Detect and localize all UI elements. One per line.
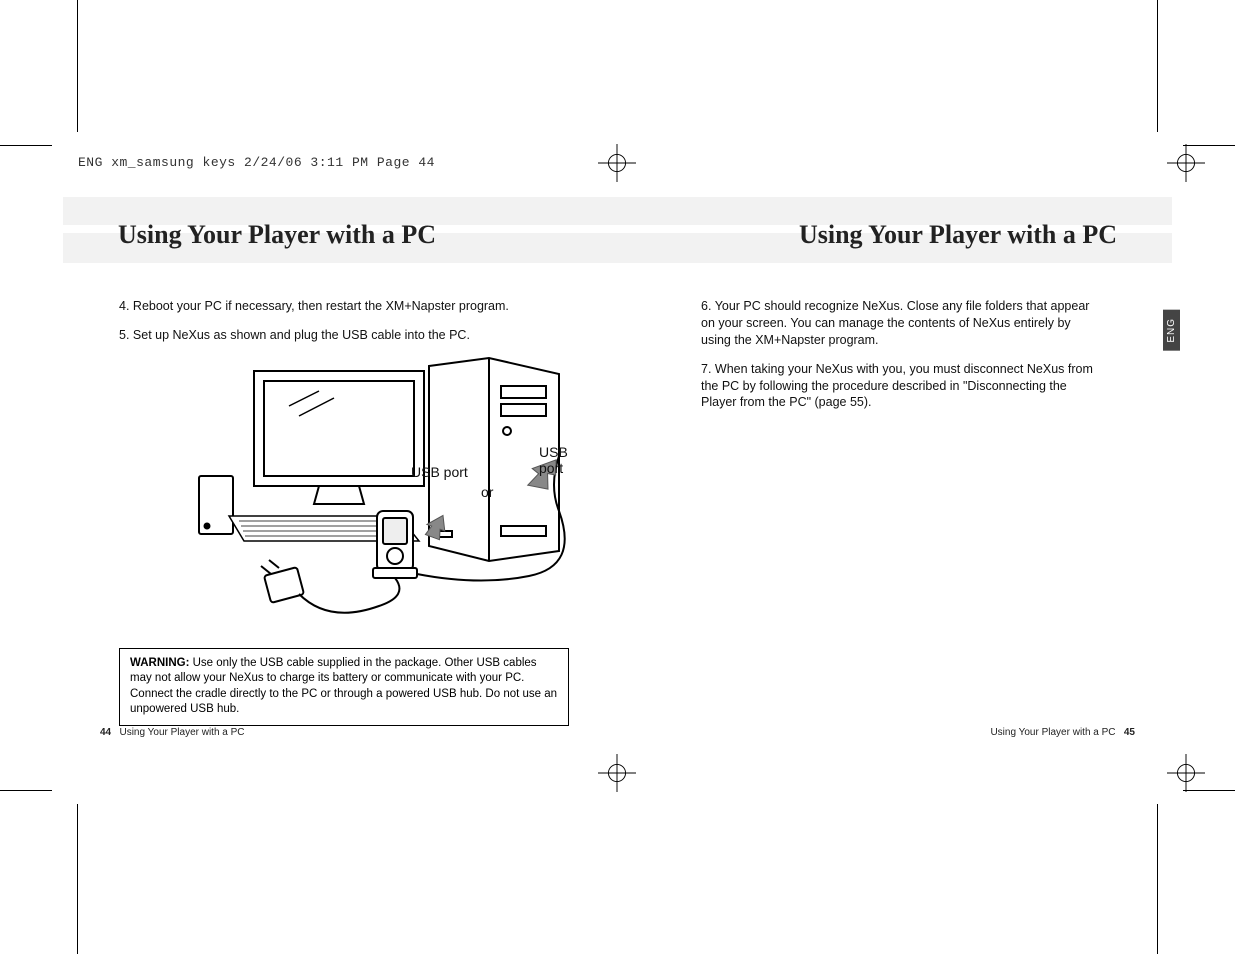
page-title-left: Using Your Player with a PC bbox=[118, 220, 436, 250]
step-text: Your PC should recognize NeXus. Close an… bbox=[701, 299, 1089, 347]
crop-mark bbox=[63, 804, 78, 954]
warning-box: WARNING: Use only the USB cable supplied… bbox=[119, 648, 569, 726]
footer-right: Using Your Player with a PC 45 bbox=[990, 727, 1135, 738]
step-text: Set up NeXus as shown and plug the USB c… bbox=[133, 328, 470, 342]
step-number: 4. bbox=[119, 299, 129, 313]
warning-label: WARNING: bbox=[130, 657, 189, 669]
pc-setup-illustration: USB port or USB port bbox=[149, 356, 589, 636]
step-number: 5. bbox=[119, 328, 129, 342]
page-number-right: 45 bbox=[1124, 727, 1135, 738]
usb-port-label-1: USB port bbox=[411, 464, 468, 480]
crop-mark bbox=[1157, 0, 1172, 132]
usb-port-label-2: USB port bbox=[539, 444, 589, 476]
crop-mark bbox=[0, 790, 52, 791]
step-7: 7. When taking your NeXus with you, you … bbox=[701, 361, 1100, 412]
crop-mark bbox=[1157, 804, 1172, 954]
registration-mark-icon bbox=[598, 144, 636, 182]
step-number: 7. bbox=[701, 362, 711, 376]
step-text: When taking your NeXus with you, you mus… bbox=[701, 362, 1093, 410]
or-label: or bbox=[481, 484, 493, 500]
print-slug: ENG xm_samsung keys 2/24/06 3:11 PM Page… bbox=[78, 155, 435, 170]
footer-text-right: Using Your Player with a PC bbox=[990, 727, 1115, 738]
language-tab: ENG bbox=[1163, 310, 1180, 351]
step-6: 6. Your PC should recognize NeXus. Close… bbox=[701, 298, 1100, 349]
step-number: 6. bbox=[701, 299, 711, 313]
footer-left: 44 Using Your Player with a PC bbox=[100, 727, 245, 738]
step-text: Reboot your PC if necessary, then restar… bbox=[133, 299, 509, 313]
step-4: 4. Reboot your PC if necessary, then res… bbox=[119, 298, 589, 315]
left-page: 4. Reboot your PC if necessary, then res… bbox=[63, 290, 645, 774]
warning-text: Use only the USB cable supplied in the p… bbox=[130, 657, 557, 716]
page-title-right: Using Your Player with a PC bbox=[799, 220, 1117, 250]
registration-mark-icon bbox=[1167, 754, 1205, 792]
right-page: 6. Your PC should recognize NeXus. Close… bbox=[645, 290, 1172, 774]
registration-mark-icon bbox=[1167, 144, 1205, 182]
footer-text-left: Using Your Player with a PC bbox=[119, 727, 244, 738]
crop-mark bbox=[0, 145, 52, 146]
page-number-left: 44 bbox=[100, 727, 111, 738]
step-5: 5. Set up NeXus as shown and plug the US… bbox=[119, 327, 589, 344]
crop-mark bbox=[63, 0, 78, 132]
